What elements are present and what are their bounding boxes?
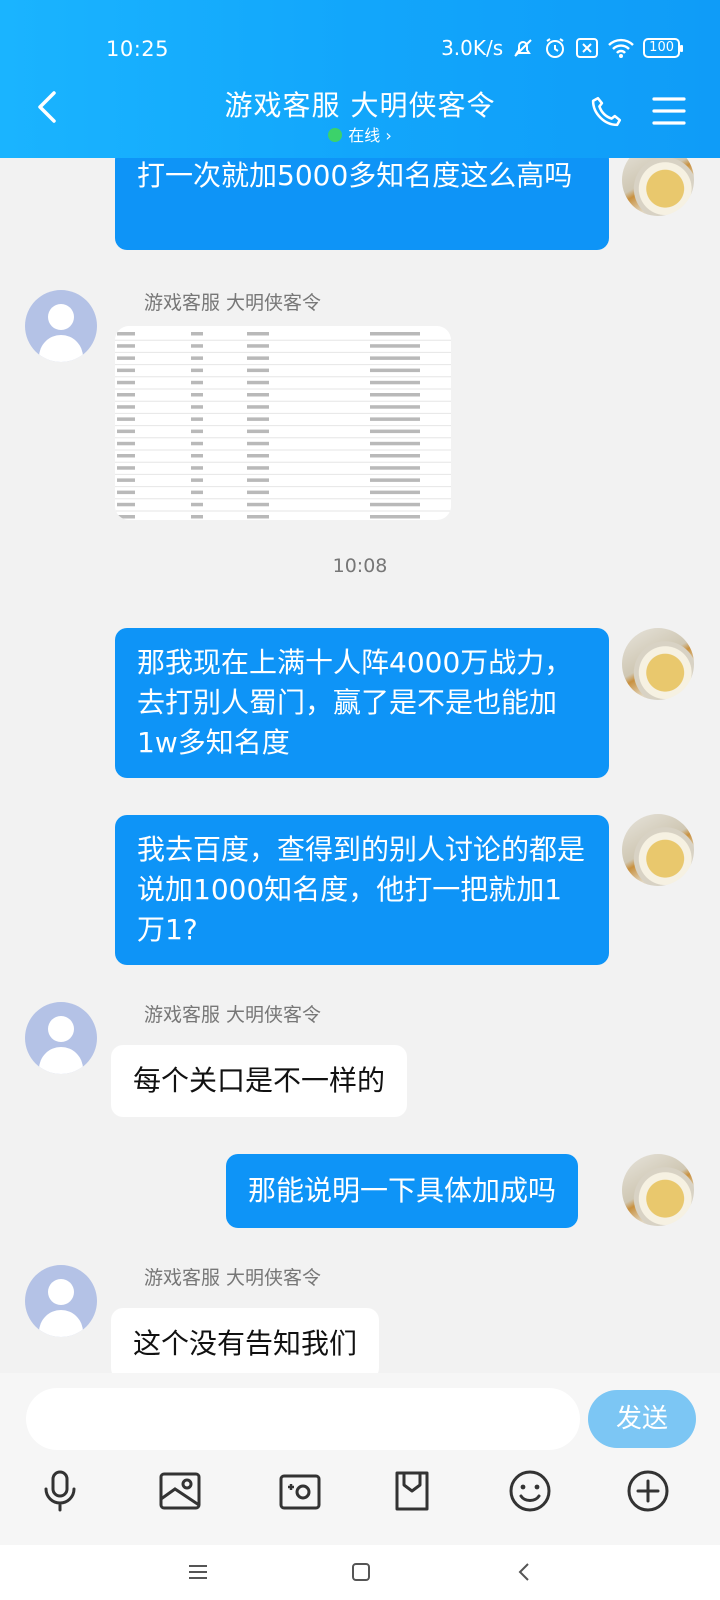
service-avatar[interactable] <box>25 1002 97 1074</box>
message-input[interactable] <box>26 1388 580 1450</box>
composer-toolbar <box>0 1453 720 1545</box>
chat-timestamp: 10:08 <box>332 555 388 577</box>
mute-bell-icon <box>511 36 535 60</box>
service-avatar[interactable] <box>25 1265 97 1337</box>
recent-apps-icon[interactable] <box>186 1561 210 1587</box>
phone-call-icon[interactable] <box>588 94 624 134</box>
incoming-message-bubble[interactable]: 每个关口是不一样的 <box>111 1045 408 1117</box>
self-avatar[interactable] <box>622 814 694 886</box>
sender-name: 游戏客服 大明侠客令 <box>144 1004 322 1026</box>
sender-name: 游戏客服 大明侠客令 <box>144 292 322 314</box>
screenshot-thumbnail <box>115 332 451 519</box>
net-speed: 3.0K/s <box>441 36 504 60</box>
emoji-icon[interactable] <box>500 1461 560 1521</box>
photo-icon[interactable] <box>150 1461 210 1521</box>
message-text: 这个没有告知我们 <box>133 1327 358 1360</box>
chevron-right-icon: › <box>380 126 392 145</box>
message-text: 那能说明一下具体加成吗 <box>248 1174 557 1207</box>
self-avatar[interactable] <box>622 1154 694 1226</box>
alarm-icon <box>543 36 567 60</box>
wifi-icon <box>607 37 635 59</box>
message-text: 我去百度，查得到的别人讨论的都是说加1000知名度，他打一把就加1万1? <box>137 833 586 946</box>
file-icon[interactable] <box>382 1461 442 1521</box>
battery-icon: 100 <box>643 38 683 58</box>
presence-label: 在线 <box>348 126 381 145</box>
home-icon[interactable] <box>350 1561 372 1587</box>
plus-icon[interactable] <box>618 1461 678 1521</box>
image-message[interactable] <box>115 326 451 520</box>
outgoing-message-bubble[interactable]: 我去百度，查得到的别人讨论的都是说加1000知名度，他打一把就加1万1? <box>115 815 609 965</box>
message-text: 每个关口是不一样的 <box>133 1064 386 1097</box>
nav-back-icon[interactable] <box>514 1561 534 1587</box>
chat-header: 10:25 3.0K/s 100 游戏客服 大明侠客令 在线 › <box>0 0 720 158</box>
self-avatar[interactable] <box>622 158 694 216</box>
chat-message-list[interactable]: 打一次就加5000多知名度这么高吗 游戏客服 大明侠客令 10:08 那我现在上… <box>0 158 720 1373</box>
menu-icon[interactable] <box>652 96 686 130</box>
composer-bar: 发送 <box>0 1373 720 1453</box>
outgoing-message-bubble[interactable]: 那我现在上满十人阵4000万战力，去打别人蜀门，赢了是不是也能加1w多知名度 <box>115 628 609 778</box>
self-avatar[interactable] <box>622 628 694 700</box>
outgoing-message-bubble[interactable]: 那能说明一下具体加成吗 <box>226 1154 579 1228</box>
no-sim-icon <box>575 37 599 59</box>
microphone-icon[interactable] <box>30 1461 90 1521</box>
incoming-message-bubble[interactable]: 这个没有告知我们 <box>111 1308 380 1373</box>
status-icons: 3.0K/s 100 <box>441 36 683 60</box>
outgoing-message-bubble[interactable]: 打一次就加5000多知名度这么高吗 <box>115 158 609 250</box>
status-time: 10:25 <box>106 37 170 61</box>
send-button[interactable]: 发送 <box>588 1390 696 1448</box>
service-avatar[interactable] <box>25 290 97 362</box>
online-dot-icon <box>328 128 343 142</box>
message-text: 那我现在上满十人阵4000万战力，去打别人蜀门，赢了是不是也能加1w多知名度 <box>137 646 573 759</box>
system-navigation-bar <box>0 1545 720 1600</box>
sender-name: 游戏客服 大明侠客令 <box>144 1267 322 1289</box>
camera-icon[interactable] <box>270 1461 330 1521</box>
message-text: 打一次就加5000多知名度这么高吗 <box>137 159 573 192</box>
